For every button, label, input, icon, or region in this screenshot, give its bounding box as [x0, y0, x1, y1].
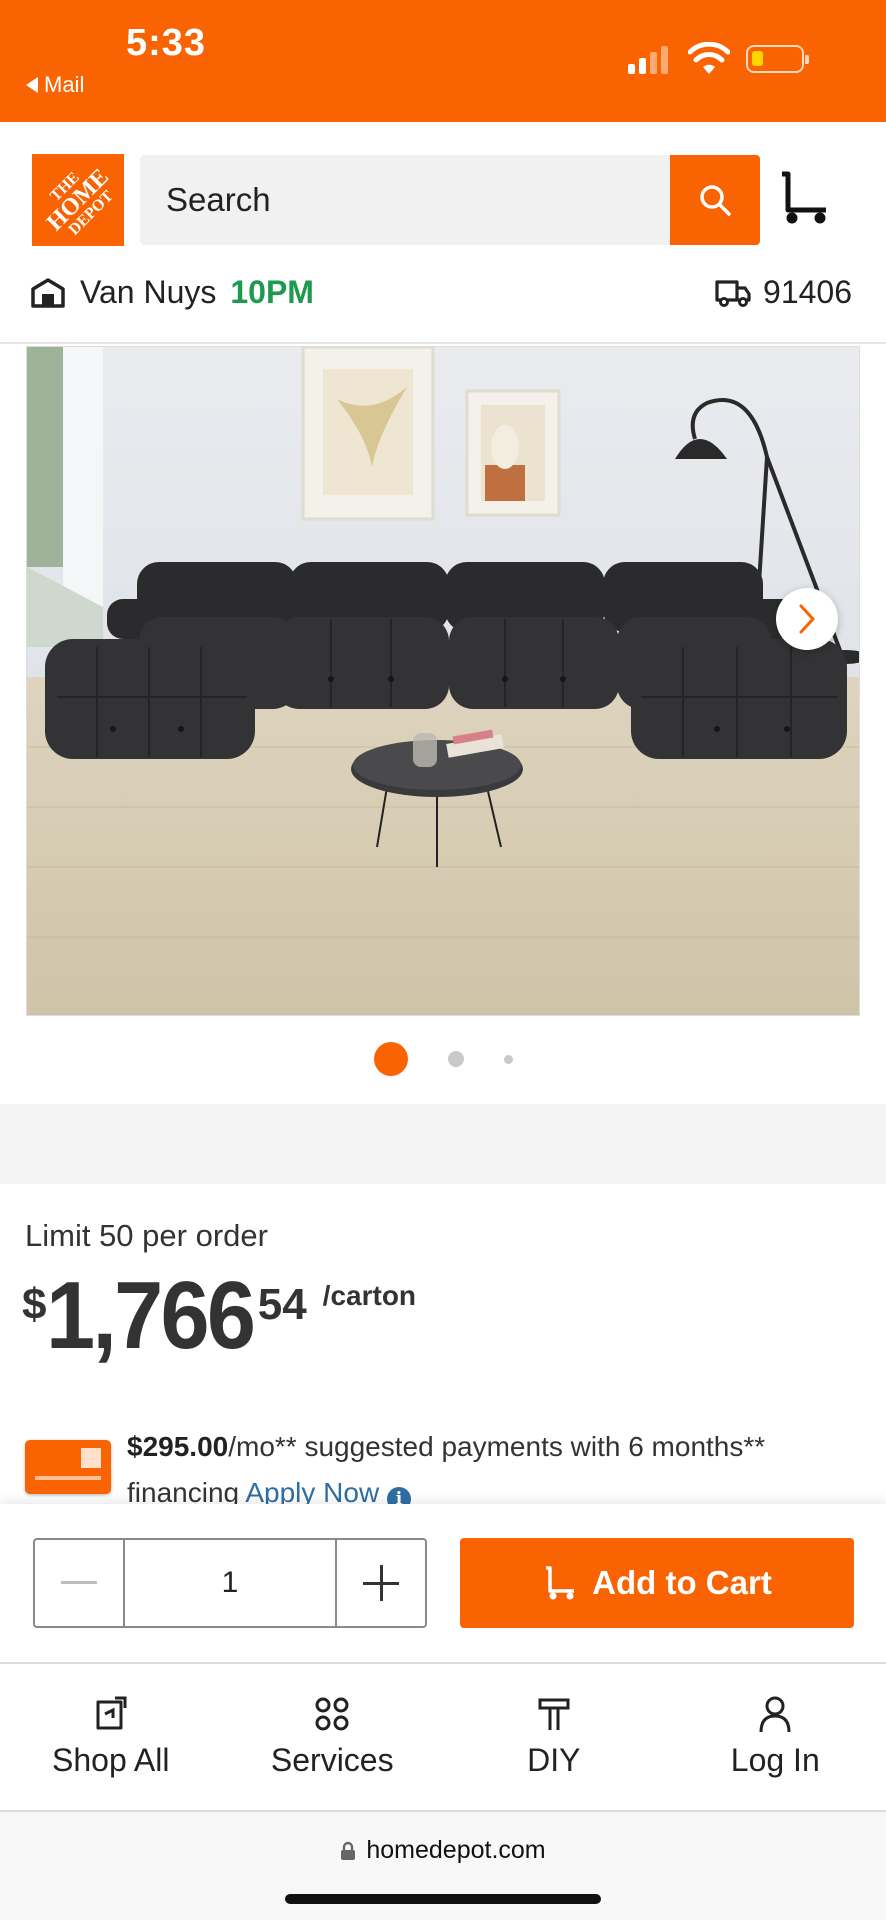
- url-display[interactable]: homedepot.com: [0, 1836, 886, 1865]
- nav-label: Log In: [730, 1742, 820, 1778]
- status-bar: 5:33 Mail: [0, 0, 886, 122]
- product-image-carousel: [0, 344, 886, 1104]
- bottom-navigation: Shop All Services DIY Log In: [0, 1664, 886, 1812]
- url-text: homedepot.com: [366, 1836, 546, 1864]
- search-button[interactable]: [670, 155, 760, 245]
- nav-diy[interactable]: DIY: [443, 1664, 665, 1810]
- store-selector[interactable]: Van Nuys 10PM: [30, 274, 314, 311]
- back-to-app-button[interactable]: Mail: [26, 72, 84, 98]
- carousel-dot[interactable]: [503, 1054, 513, 1064]
- nav-label: Shop All: [52, 1742, 170, 1778]
- browser-url-bar: homedepot.com: [0, 1812, 886, 1920]
- quantity-input[interactable]: 1: [123, 1540, 337, 1626]
- shop-all-icon: [96, 1696, 127, 1730]
- cellular-signal-icon: [628, 46, 668, 74]
- carousel-next-button[interactable]: [776, 588, 838, 650]
- user-icon: [759, 1696, 791, 1733]
- price-dollars: 1,766: [46, 1262, 256, 1369]
- plus-icon: [363, 1565, 399, 1601]
- site-header: THEHOMEDEPOT Van Nuys 10PM 91406: [0, 122, 886, 344]
- quantity-increase-button[interactable]: [337, 1540, 425, 1626]
- price-cents: 54: [257, 1280, 307, 1329]
- lock-icon: [341, 1841, 356, 1860]
- cart-icon: [546, 1566, 575, 1600]
- search-box: [140, 155, 670, 245]
- back-app-label: Mail: [44, 72, 85, 97]
- home-indicator[interactable]: [285, 1894, 601, 1904]
- carousel-dot[interactable]: [447, 1051, 464, 1067]
- store-name: Van Nuys: [80, 274, 217, 310]
- chevron-right-icon: [799, 604, 816, 634]
- nav-log-in[interactable]: Log In: [665, 1664, 886, 1810]
- quantity-stepper: 1: [33, 1538, 427, 1628]
- services-icon: [315, 1697, 349, 1731]
- nav-services[interactable]: Services: [222, 1664, 444, 1810]
- nav-label: Services: [270, 1742, 394, 1778]
- financing-amount: $295.00: [127, 1431, 229, 1462]
- add-to-cart-label: Add to Cart: [592, 1564, 772, 1601]
- product-image[interactable]: [26, 346, 860, 1016]
- nav-shop-all[interactable]: Shop All: [0, 1664, 222, 1810]
- carousel-pagination: [0, 1042, 886, 1076]
- minus-icon: [61, 1581, 97, 1584]
- carousel-dot-active[interactable]: [373, 1042, 408, 1076]
- diy-icon: [538, 1698, 570, 1730]
- product-price: $ 1,766 54 /carton: [22, 1268, 416, 1364]
- section-divider: [0, 1104, 886, 1184]
- add-to-cart-button[interactable]: Add to Cart: [460, 1538, 854, 1628]
- credit-card-icon: [25, 1440, 111, 1494]
- price-currency: $: [22, 1280, 47, 1329]
- battery-icon: [746, 45, 809, 73]
- delivery-zip-selector[interactable]: 91406: [715, 274, 852, 311]
- add-to-cart-bar: 1 Add to Cart: [0, 1504, 886, 1664]
- home-depot-logo[interactable]: THE HOME DEPOT: [32, 154, 124, 246]
- order-limit-text: Limit 50 per order: [25, 1218, 268, 1253]
- cart-icon[interactable]: [778, 170, 830, 226]
- status-time: 5:33: [126, 22, 207, 64]
- wifi-icon: [688, 42, 730, 74]
- price-unit: /carton: [322, 1280, 417, 1311]
- nav-label: DIY: [527, 1742, 581, 1778]
- back-arrow-icon: [26, 77, 38, 93]
- delivery-truck-icon: [715, 279, 751, 307]
- financing-text: $295.00/mo** suggested payments with 6 m…: [127, 1424, 867, 1516]
- store-icon: [31, 277, 65, 308]
- store-close-time: 10PM: [230, 274, 314, 310]
- search-input[interactable]: [140, 155, 670, 245]
- pricing-section: Limit 50 per order $ 1,766 54 /carton $2…: [0, 1184, 886, 1511]
- delivery-zip: 91406: [763, 274, 852, 310]
- quantity-decrease-button[interactable]: [35, 1540, 123, 1626]
- search-icon: [700, 185, 731, 216]
